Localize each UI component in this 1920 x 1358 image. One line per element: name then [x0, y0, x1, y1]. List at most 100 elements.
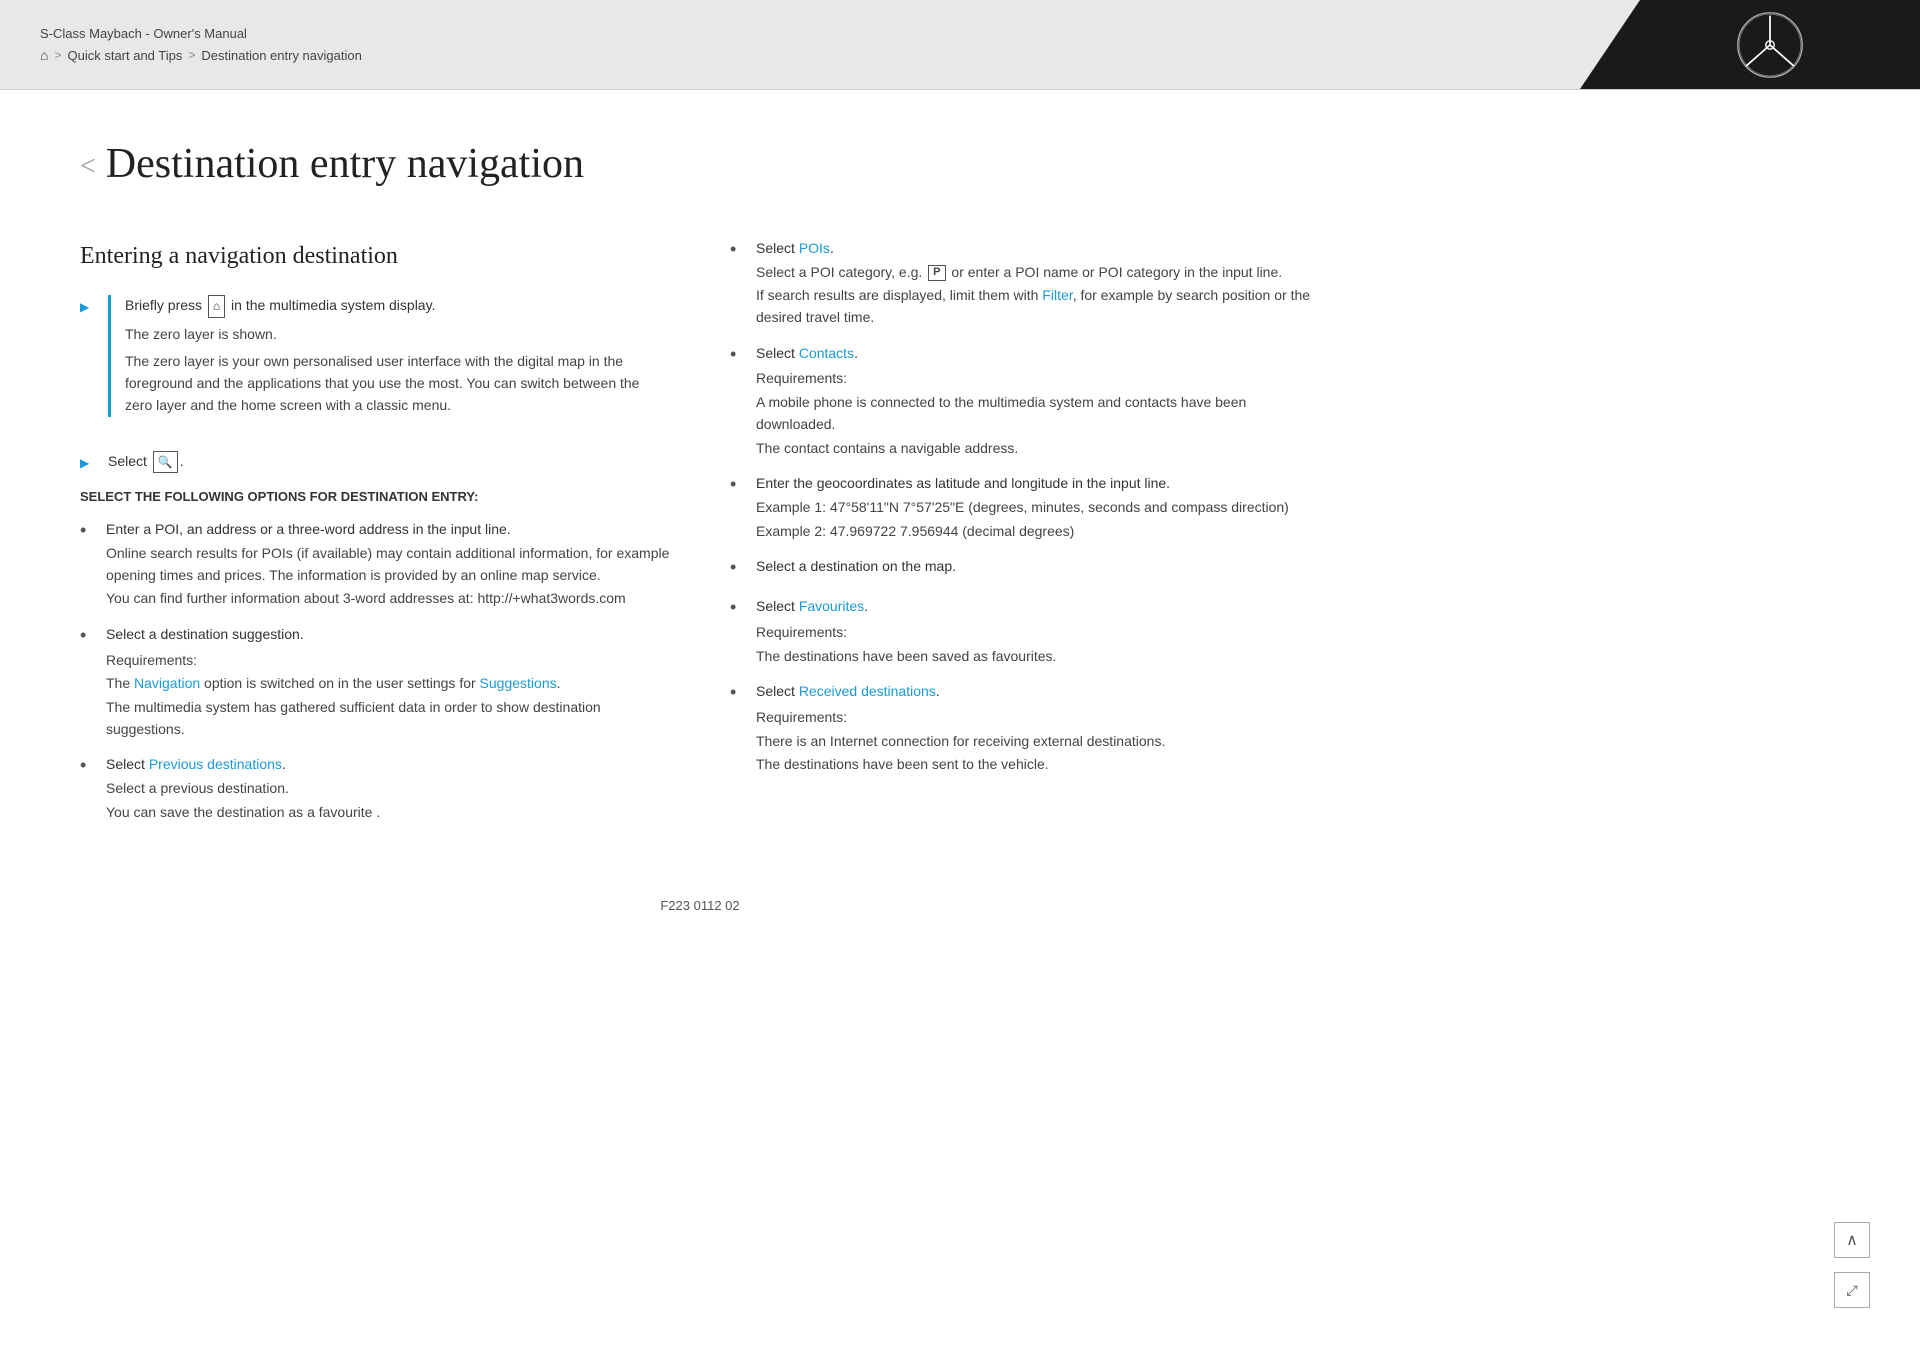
breadcrumb-sep-2: > [188, 48, 195, 62]
scroll-to-top-button[interactable]: ∧ [1834, 1222, 1870, 1258]
search-button-icon: 🔍 [153, 451, 178, 474]
bullet-sub1: Online search results for POIs (if avail… [106, 543, 670, 586]
footer-code: F223 0112 02 [660, 898, 739, 913]
poi-badge: P [928, 265, 945, 281]
bullet-content: Enter the geocoordinates as latitude and… [756, 473, 1320, 542]
requirements-text: The Navigation option is switched on in … [106, 673, 670, 695]
bullet-text: Enter a POI, an address or a three-word … [106, 519, 670, 541]
pois-link[interactable]: POIs [799, 240, 830, 256]
bullet-text: Select Received destinations. [756, 681, 1320, 703]
list-item: • Enter a POI, an address or a three-wor… [80, 519, 670, 610]
list-item: • Select Previous destinations. Select a… [80, 754, 670, 823]
geo-example1: Example 1: 47°58'11"N 7°57'25"E (degrees… [756, 497, 1320, 519]
favourites-req1: The destinations have been saved as favo… [756, 646, 1320, 668]
step-1-text: Briefly press ⌂ in the multimedia system… [125, 295, 670, 318]
bullet-content: Select Contacts. Requirements: A mobile … [756, 343, 1320, 459]
bullet-content: Select a destination suggestion. Require… [106, 624, 670, 740]
bullet-text: Select a destination suggestion. [106, 624, 670, 646]
bullet-dot: • [730, 594, 744, 667]
bullet-text: Select a destination on the map. [756, 556, 1320, 578]
home-button-icon: ⌂ [208, 295, 225, 318]
home-icon[interactable]: ⌂ [40, 47, 48, 63]
doc-title: S-Class Maybach - Owner's Manual [40, 26, 1540, 41]
contacts-req1: A mobile phone is connected to the multi… [756, 392, 1320, 435]
list-item: • Select Favourites. Requirements: The d… [730, 596, 1320, 667]
right-column: • Select POIs. Select a POI category, e.… [730, 238, 1320, 838]
breadcrumb-item-2: Destination entry navigation [201, 48, 361, 63]
bullet-content: Enter a POI, an address or a three-word … [106, 519, 670, 610]
list-item: • Select Received destinations. Requirem… [730, 681, 1320, 776]
right-bullet-list: • Select POIs. Select a POI category, e.… [730, 238, 1320, 776]
received-req2: The destinations have been sent to the v… [756, 754, 1320, 776]
left-column: Entering a navigation destination ▶ Brie… [80, 238, 670, 838]
bullet-sub2: You can save the destination as a favour… [106, 802, 670, 824]
back-arrow[interactable]: < [80, 151, 96, 183]
list-item: • Enter the geocoordinates as latitude a… [730, 473, 1320, 542]
section-heading: Entering a navigation destination [80, 238, 670, 275]
contacts-link[interactable]: Contacts [799, 345, 854, 361]
poi-sub1: Select a POI category, e.g. P or enter a… [756, 262, 1320, 284]
logo-area [1580, 0, 1920, 89]
geo-example2: Example 2: 47.969722 7.956944 (decimal d… [756, 521, 1320, 543]
bullet-dot: • [80, 517, 94, 610]
bullet-text: Enter the geocoordinates as latitude and… [756, 473, 1320, 495]
requirements-label: Requirements: [756, 707, 1320, 729]
step-1-sub1: The zero layer is shown. [125, 324, 670, 346]
header-content: S-Class Maybach - Owner's Manual ⌂ > Qui… [0, 0, 1580, 89]
scroll-up-icon: ∧ [1846, 1230, 1858, 1250]
step-1: ▶ Briefly press ⌂ in the multimedia syst… [80, 295, 670, 436]
list-item: • Select POIs. Select a POI category, e.… [730, 238, 1320, 329]
bullet-dot: • [730, 554, 744, 582]
bullet-content: Select a destination on the map. [756, 556, 1320, 582]
bullet-dot: • [730, 471, 744, 542]
bullet-text: Select Contacts. [756, 343, 1320, 365]
bullet-content: Select POIs. Select a POI category, e.g.… [756, 238, 1320, 329]
page-title: <Destination entry navigation [80, 140, 1320, 188]
filter-link[interactable]: Filter [1042, 287, 1072, 303]
step-1-content: Briefly press ⌂ in the multimedia system… [108, 295, 670, 436]
breadcrumb: ⌂ > Quick start and Tips > Destination e… [40, 47, 1540, 63]
bullet-text: Select Favourites. [756, 596, 1320, 618]
breadcrumb-item-1[interactable]: Quick start and Tips [67, 48, 182, 63]
page-header: S-Class Maybach - Owner's Manual ⌂ > Qui… [0, 0, 1920, 90]
bullet-content: Select Received destinations. Requiremen… [756, 681, 1320, 776]
step-arrow-1: ▶ [80, 298, 96, 436]
suggestions-link[interactable]: Suggestions [480, 675, 557, 691]
step-arrow-2: ▶ [80, 454, 96, 474]
requirements-text2: The multimedia system has gathered suffi… [106, 697, 670, 740]
requirements-label: Requirements: [106, 650, 670, 672]
footer: F223 0112 02 [80, 898, 1320, 933]
received-destinations-link[interactable]: Received destinations [799, 683, 936, 699]
requirements-label: Requirements: [756, 368, 1320, 390]
step-1-sub2: The zero layer is your own personalised … [125, 351, 670, 416]
options-bullet-list: • Enter a POI, an address or a three-wor… [80, 519, 670, 823]
step-2: ▶ Select 🔍. [80, 451, 670, 474]
bullet-sub2: You can find further information about 3… [106, 588, 670, 610]
expand-icon: ⤢ [1846, 1282, 1857, 1299]
bullet-dot: • [80, 622, 94, 740]
requirements-label: Requirements: [756, 622, 1320, 644]
bullet-dot: • [730, 341, 744, 459]
received-req1: There is an Internet connection for rece… [756, 731, 1320, 753]
list-item: • Select a destination on the map. [730, 556, 1320, 582]
bullet-text: Select POIs. [756, 238, 1320, 260]
navigation-link[interactable]: Navigation [134, 675, 200, 691]
bullet-dot: • [730, 236, 744, 329]
main-content: <Destination entry navigation Entering a… [0, 90, 1400, 993]
bullet-content: Select Previous destinations. Select a p… [106, 754, 670, 823]
two-column-layout: Entering a navigation destination ▶ Brie… [80, 238, 1320, 838]
previous-destinations-link[interactable]: Previous destinations [149, 756, 282, 772]
step-2-content: Select 🔍. [108, 451, 670, 474]
bullet-dot: • [80, 752, 94, 823]
bullet-content: Select Favourites. Requirements: The des… [756, 596, 1320, 667]
step-1-section: Briefly press ⌂ in the multimedia system… [108, 295, 670, 416]
select-heading: SELECT THE FOLLOWING OPTIONS FOR DESTINA… [80, 487, 670, 507]
expand-button[interactable]: ⤢ [1834, 1272, 1870, 1308]
list-item: • Select a destination suggestion. Requi… [80, 624, 670, 740]
mercedes-logo [1735, 10, 1805, 80]
bullet-sub1: Select a previous destination. [106, 778, 670, 800]
bullet-text: Select Previous destinations. [106, 754, 670, 776]
bullet-dot: • [730, 679, 744, 776]
poi-sub2: If search results are displayed, limit t… [756, 285, 1320, 328]
favourites-link[interactable]: Favourites [799, 598, 864, 614]
